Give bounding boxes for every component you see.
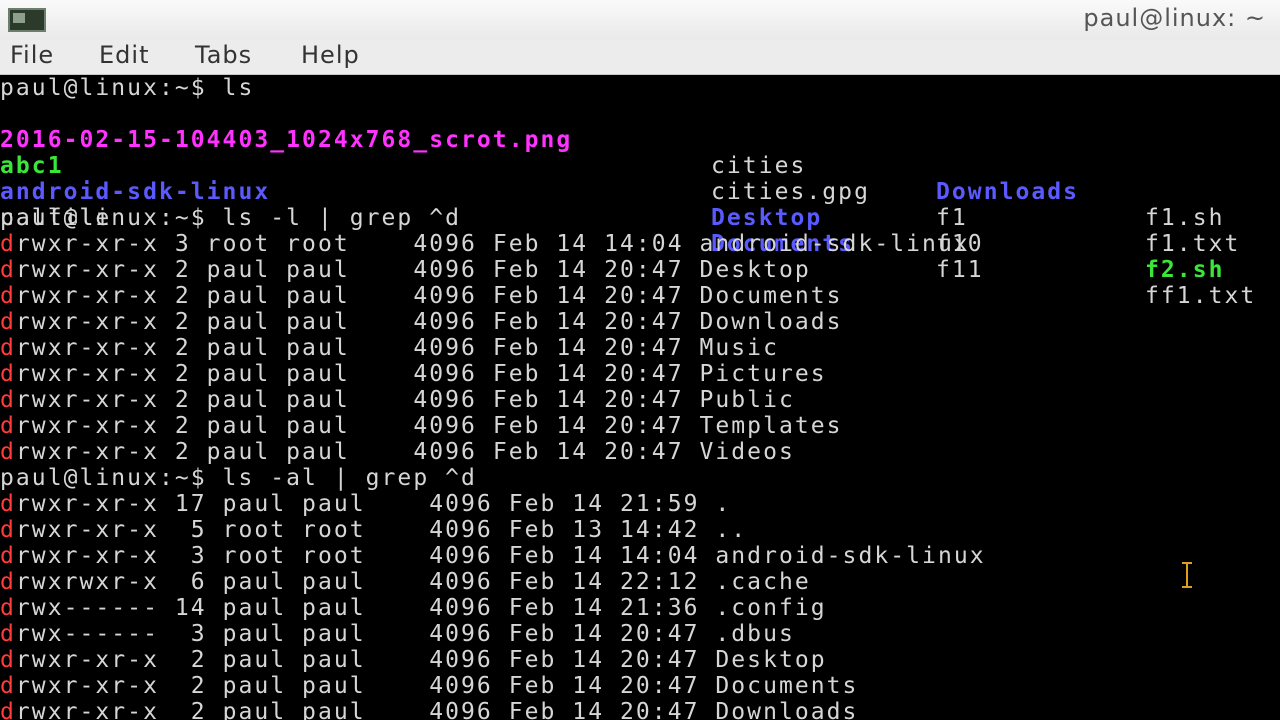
file-entry: 2016-02-15-104403_1024x768_scrot.png <box>0 127 573 153</box>
title-bar: paul@linux: ~ <box>0 0 1280 40</box>
listing-row: drwx------ 14 paul paul 4096 Feb 14 21:3… <box>0 595 827 621</box>
perm-d: d <box>0 647 16 673</box>
listing-row: drwxr-xr-x 2 paul paul 4096 Feb 14 20:47… <box>0 413 843 439</box>
window-title: paul@linux: ~ <box>1083 4 1266 32</box>
listing-text: rwxr-xr-x 2 paul paul 4096 Feb 14 20:47 … <box>15 257 811 283</box>
listing-row: drwxr-xr-x 2 paul paul 4096 Feb 14 20:47… <box>0 699 858 720</box>
listing-text: rwx------ 3 paul paul 4096 Feb 14 20:47 … <box>15 621 795 647</box>
listing-text: rwxr-xr-x 2 paul paul 4096 Feb 14 20:47 … <box>15 699 859 720</box>
perm-d: d <box>0 569 16 595</box>
perm-d: d <box>0 491 16 517</box>
menu-edit[interactable]: Edit <box>99 41 149 69</box>
listing-row: drwx------ 3 paul paul 4096 Feb 14 20:47… <box>0 621 795 647</box>
terminal-app-icon <box>8 8 46 32</box>
perm-d: d <box>0 413 16 439</box>
ls-row: android-sdk-linux Desktop f10 f2.sh <box>0 153 1222 283</box>
listing-row: drwxr-xr-x 5 root root 4096 Feb 13 14:42… <box>0 517 747 543</box>
listing-text: rwxr-xr-x 2 paul paul 4096 Feb 14 20:47 … <box>15 309 843 335</box>
listing-text: rwxr-xr-x 2 paul paul 4096 Feb 14 20:47 … <box>15 283 843 309</box>
perm-d: d <box>0 231 16 257</box>
listing-text: rwxr-xr-x 2 paul paul 4096 Feb 14 20:47 … <box>15 413 843 439</box>
terminal-output[interactable]: paul@linux:~$ ls 2016-02-15-104403_1024x… <box>0 75 1280 720</box>
text-cursor-icon <box>1180 562 1194 588</box>
file-entry: f1.sh <box>1145 205 1225 231</box>
file-entry: f11 <box>936 257 984 283</box>
listing-text: rwxr-xr-x 2 paul paul 4096 Feb 14 20:47 … <box>15 335 779 361</box>
perm-d: d <box>0 439 16 465</box>
listing-text: rwxr-xr-x 17 paul paul 4096 Feb 14 21:59… <box>15 491 732 517</box>
listing-text: rwxr-xr-x 2 paul paul 4096 Feb 14 20:47 … <box>15 647 827 673</box>
listing-text: rwxr-xr-x 2 paul paul 4096 Feb 14 20:47 … <box>15 361 827 387</box>
listing-text: rwxr-xr-x 5 root root 4096 Feb 13 14:42 … <box>15 517 748 543</box>
prompt-line: paul@linux:~$ ls <box>0 75 255 101</box>
listing-row: drwxr-xr-x 3 root root 4096 Feb 14 14:04… <box>0 543 986 569</box>
perm-d: d <box>0 283 16 309</box>
perm-d: d <box>0 621 16 647</box>
listing-text: rwxrwxr-x 6 paul paul 4096 Feb 14 22:12 … <box>15 569 811 595</box>
perm-d: d <box>0 517 16 543</box>
listing-row: drwxr-xr-x 2 paul paul 4096 Feb 14 20:47… <box>0 439 795 465</box>
perm-d: d <box>0 595 16 621</box>
listing-row: drwxr-xr-x 3 root root 4096 Feb 14 14:04… <box>0 231 970 257</box>
listing-text: rwx------ 14 paul paul 4096 Feb 14 21:36… <box>15 595 827 621</box>
perm-d: d <box>0 361 16 387</box>
dir-entry: Desktop <box>711 205 823 231</box>
listing-row: drwxr-xr-x 17 paul paul 4096 Feb 14 21:5… <box>0 491 731 517</box>
perm-d: d <box>0 257 16 283</box>
listing-row: drwxr-xr-x 2 paul paul 4096 Feb 14 20:47… <box>0 387 795 413</box>
perm-d: d <box>0 673 16 699</box>
file-entry: ff1.txt <box>1145 283 1257 309</box>
listing-row: drwxr-xr-x 2 paul paul 4096 Feb 14 20:47… <box>0 283 843 309</box>
prompt-line: paul@linux:~$ ls -al | grep ^d <box>0 465 477 491</box>
perm-d: d <box>0 309 16 335</box>
dir-entry: Downloads <box>936 179 1080 205</box>
listing-row: drwxr-xr-x 2 paul paul 4096 Feb 14 20:47… <box>0 335 779 361</box>
menu-tabs[interactable]: Tabs <box>195 41 252 69</box>
menu-file[interactable]: File <box>10 41 54 69</box>
perm-d: d <box>0 335 16 361</box>
menu-help[interactable]: Help <box>301 41 360 69</box>
file-entry: f1 <box>936 205 968 231</box>
listing-row: drwxr-xr-x 2 paul paul 4096 Feb 14 20:47… <box>0 309 843 335</box>
listing-text: rwxr-xr-x 2 paul paul 4096 Feb 14 20:47 … <box>15 387 795 413</box>
file-entry: cities.gpg <box>711 179 870 205</box>
ls-row: abc1 cities.gpg f1 f1.txt <box>0 127 1238 257</box>
ls-row: 2016-02-15-104403_1024x768_scrot.png cit… <box>0 101 1222 231</box>
listing-text: rwxr-xr-x 2 paul paul 4096 Feb 14 20:47 … <box>15 673 859 699</box>
listing-text: rwxr-xr-x 3 root root 4096 Feb 14 14:04 … <box>15 231 970 257</box>
listing-row: drwxrwxr-x 6 paul paul 4096 Feb 14 22:12… <box>0 569 811 595</box>
listing-row: drwxr-xr-x 2 paul paul 4096 Feb 14 20:47… <box>0 361 827 387</box>
listing-text: rwxr-xr-x 3 root root 4096 Feb 14 14:04 … <box>15 543 986 569</box>
ls-row: calfile Documents f11 ff1.txt <box>0 179 1254 309</box>
perm-d: d <box>0 387 16 413</box>
listing-text: rwxr-xr-x 2 paul paul 4096 Feb 14 20:47 … <box>15 439 795 465</box>
prompt-line: paul@linux:~$ ls -l | grep ^d <box>0 205 462 231</box>
file-entry: cities <box>711 153 807 179</box>
file-entry: f1.txt <box>1145 231 1241 257</box>
listing-row: drwxr-xr-x 2 paul paul 4096 Feb 14 20:47… <box>0 647 827 673</box>
exec-entry: f2.sh <box>1145 257 1225 283</box>
menu-bar: File Edit Tabs Help <box>0 40 1280 75</box>
perm-d: d <box>0 543 16 569</box>
listing-row: drwxr-xr-x 2 paul paul 4096 Feb 14 20:47… <box>0 673 858 699</box>
perm-d: d <box>0 699 16 720</box>
listing-row: drwxr-xr-x 2 paul paul 4096 Feb 14 20:47… <box>0 257 811 283</box>
